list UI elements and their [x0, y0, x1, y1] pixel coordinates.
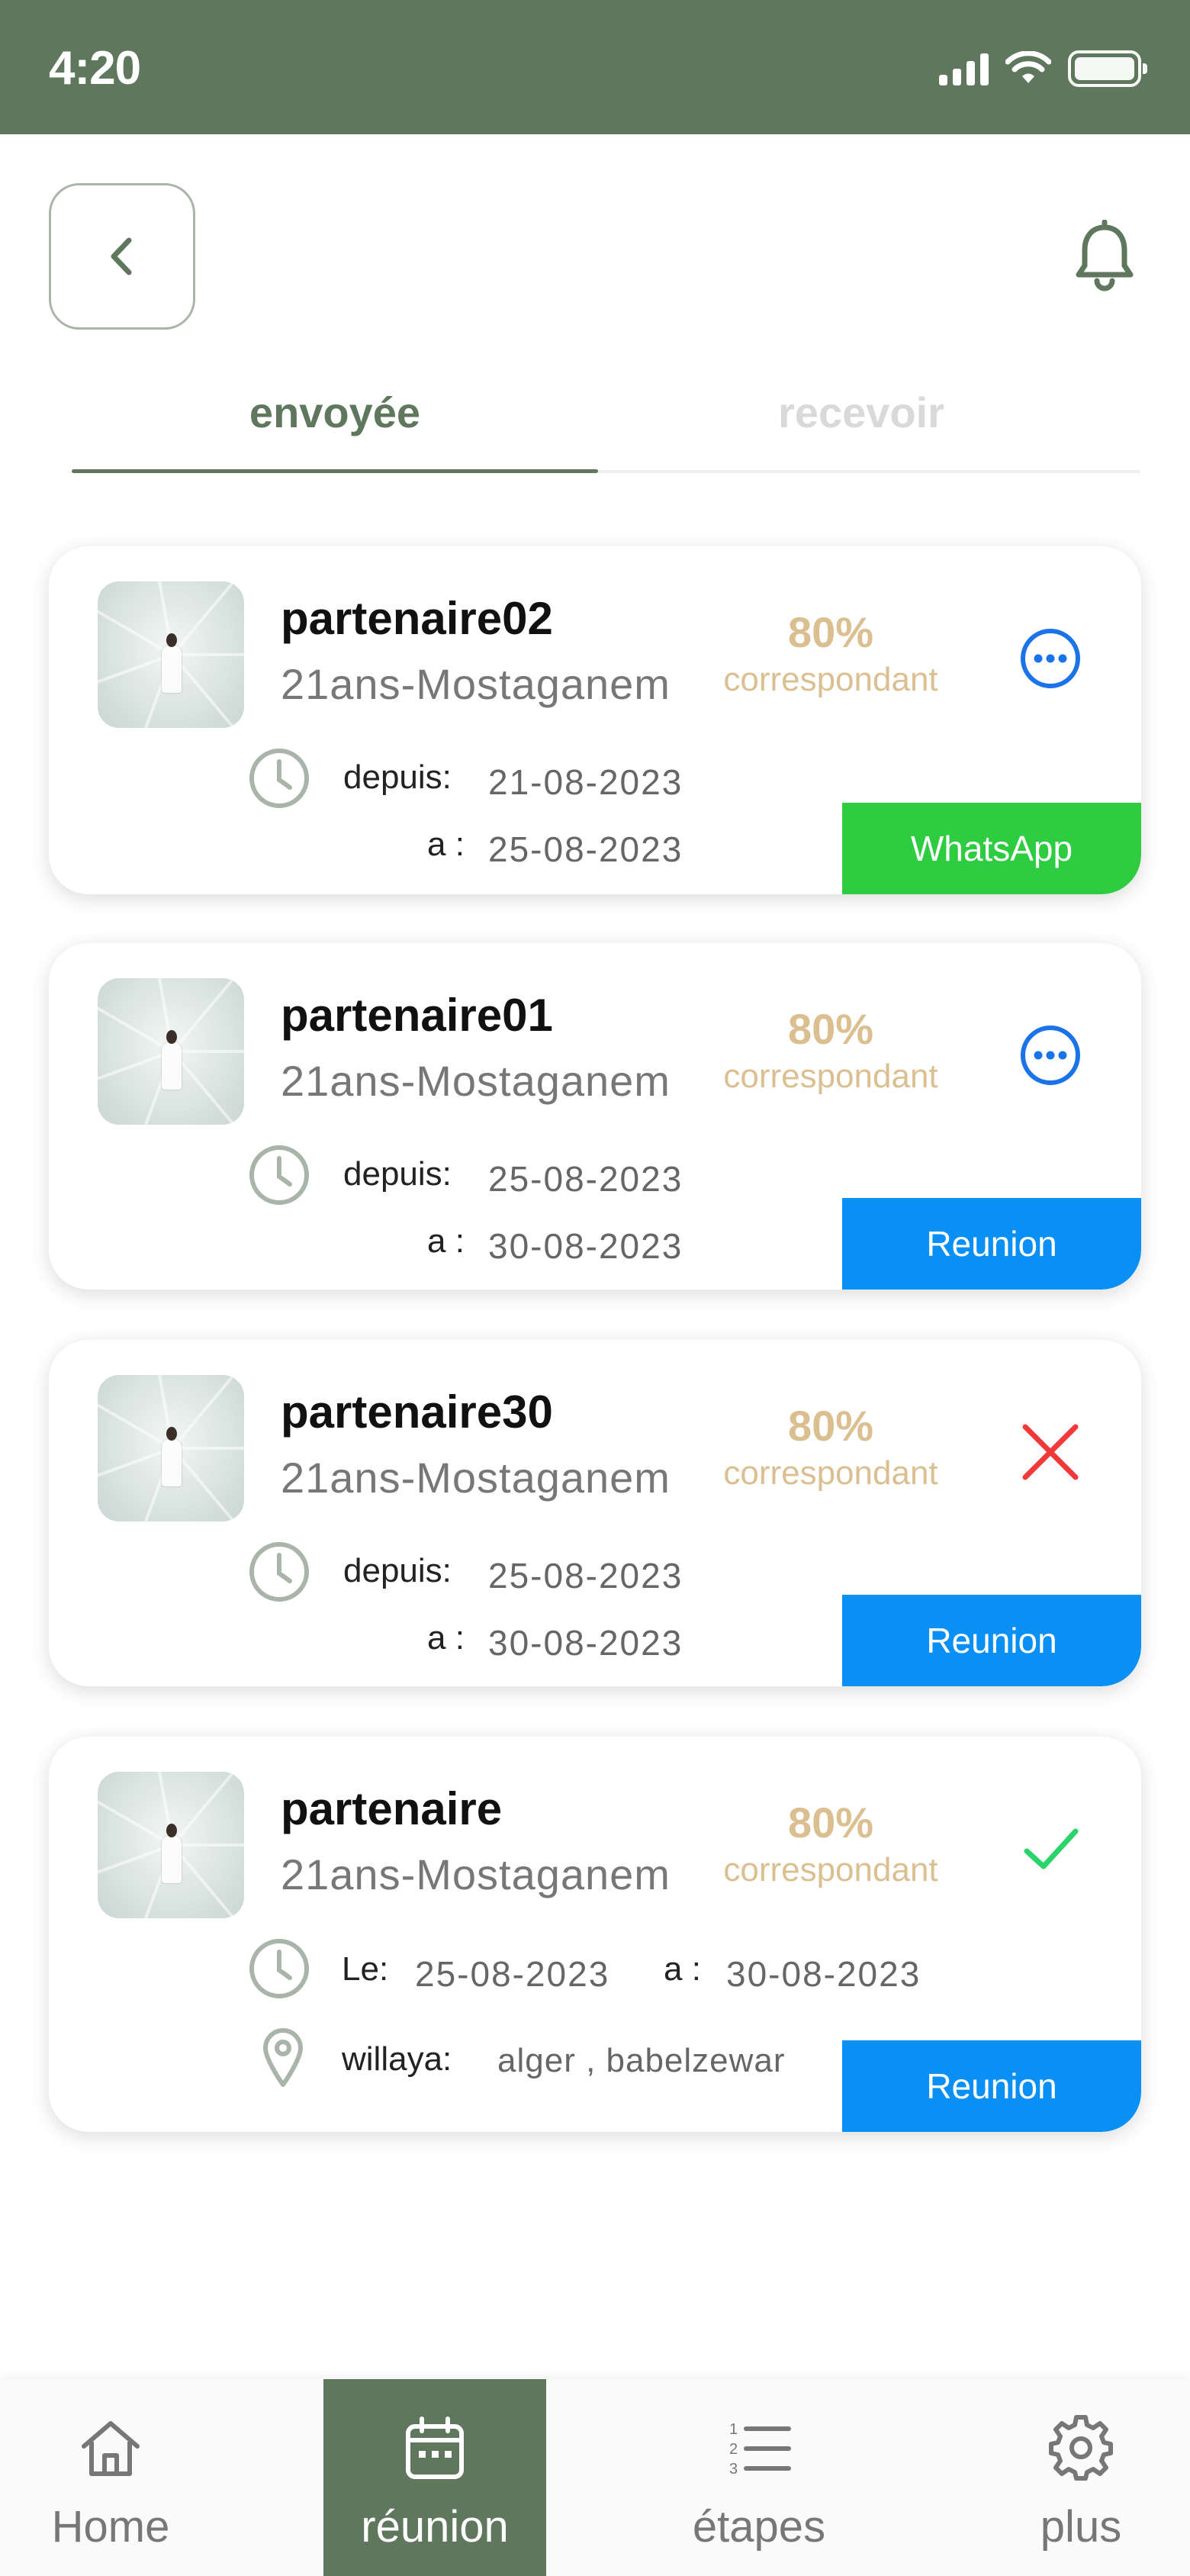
nav-etapes-label: étapes	[692, 2502, 826, 2552]
to-date: 30-08-2023	[726, 1954, 921, 1994]
location-pin-icon	[263, 2028, 303, 2087]
svg-text:1: 1	[729, 2421, 738, 2438]
reunion-button[interactable]: Reunion	[842, 1198, 1141, 1290]
wifi-icon	[1005, 51, 1051, 83]
match-label: correspondant	[723, 1851, 938, 1889]
reunion-button[interactable]: Reunion	[842, 2040, 1141, 2132]
chevron-left-icon	[111, 237, 132, 275]
date-label: Le:	[342, 1950, 389, 1988]
location-value: alger , babelzewar	[497, 2042, 786, 2079]
check-icon	[1024, 1828, 1079, 1869]
to-date: 30-08-2023	[488, 1226, 683, 1266]
nav-reunion-label: réunion	[361, 2502, 509, 2552]
request-card[interactable]: partenaire02 21ans-Mostaganem 80% corres…	[49, 546, 1141, 894]
meeting-date: 25-08-2023	[415, 1954, 610, 1994]
from-date: 25-08-2023	[488, 1556, 683, 1596]
cellular-signal-icon	[939, 52, 989, 85]
to-date: 30-08-2023	[488, 1623, 683, 1663]
gear-icon	[1049, 2415, 1113, 2481]
avatar	[98, 1375, 244, 1521]
from-label: depuis:	[343, 758, 452, 796]
clock-icon	[249, 749, 309, 808]
clock-icon	[249, 1939, 309, 1998]
status-time: 4:20	[49, 42, 141, 95]
partner-name: partenaire02	[281, 593, 553, 644]
back-button[interactable]	[49, 183, 195, 330]
avatar	[98, 581, 244, 728]
match-percent: 80%	[787, 1402, 874, 1450]
match-label: correspondant	[723, 1058, 938, 1095]
partner-age-city: 21ans-Mostaganem	[281, 1057, 671, 1105]
from-label: depuis:	[343, 1552, 452, 1589]
request-card[interactable]: partenaire 21ans-Mostaganem 80% correspo…	[49, 1737, 1141, 2132]
partner-age-city: 21ans-Mostaganem	[281, 1850, 671, 1898]
nav-reunion[interactable]: réunion	[323, 2379, 546, 2576]
status-bar: 4:20	[0, 0, 1190, 134]
partner-name: partenaire01	[281, 990, 553, 1041]
match-percent: 80%	[787, 1798, 874, 1847]
request-card[interactable]: partenaire30 21ans-Mostaganem 80% corres…	[49, 1340, 1141, 1686]
svg-text:2: 2	[729, 2441, 738, 2458]
nav-plus[interactable]: plus	[970, 2379, 1190, 2576]
partner-name: partenaire	[281, 1783, 503, 1834]
svg-text:3: 3	[729, 2461, 738, 2478]
location-label: willaya:	[342, 2040, 452, 2078]
tab-sent[interactable]: envoyée	[72, 374, 598, 473]
more-icon[interactable]	[1018, 626, 1083, 691]
nav-plus-label: plus	[1040, 2502, 1122, 2552]
whatsapp-button[interactable]: WhatsApp	[842, 803, 1141, 894]
request-tabs: envoyée recevoir	[72, 374, 1140, 473]
from-label: depuis:	[343, 1155, 452, 1193]
from-date: 25-08-2023	[488, 1159, 683, 1199]
to-label: a :	[664, 1950, 701, 1988]
to-label: a :	[427, 1619, 465, 1657]
reunion-button[interactable]: Reunion	[842, 1595, 1141, 1686]
calendar-icon	[406, 2417, 464, 2479]
home-icon	[82, 2421, 140, 2476]
to-date: 25-08-2023	[488, 829, 683, 869]
to-label: a :	[427, 1222, 465, 1260]
more-icon[interactable]	[1018, 1022, 1083, 1088]
from-date: 21-08-2023	[488, 762, 683, 802]
avatar	[98, 978, 244, 1125]
nav-home[interactable]: Home	[0, 2379, 221, 2576]
partner-age-city: 21ans-Mostaganem	[281, 1454, 671, 1502]
partner-age-city: 21ans-Mostaganem	[281, 660, 671, 708]
close-icon[interactable]	[1018, 1419, 1083, 1485]
steps-list-icon: 1 2 3	[729, 2421, 791, 2478]
avatar	[98, 1772, 244, 1918]
match-label: correspondant	[723, 1454, 938, 1492]
bottom-navigation: Home réunion 1 2 3 étapes plus	[0, 2379, 1190, 2576]
status-icons	[939, 49, 1147, 89]
tab-received[interactable]: recevoir	[598, 374, 1124, 473]
partner-name: partenaire30	[281, 1386, 553, 1438]
nav-home-label: Home	[51, 2502, 170, 2552]
battery-icon	[1068, 50, 1147, 87]
active-tab-indicator	[72, 469, 598, 473]
nav-etapes[interactable]: 1 2 3 étapes	[648, 2379, 870, 2576]
match-label: correspondant	[723, 661, 938, 698]
tab-divider	[598, 470, 1140, 473]
match-percent: 80%	[787, 608, 874, 656]
notification-bell-icon[interactable]	[1071, 220, 1138, 293]
clock-icon	[249, 1145, 309, 1205]
to-label: a :	[427, 826, 465, 863]
match-percent: 80%	[787, 1005, 874, 1053]
request-card[interactable]: partenaire01 21ans-Mostaganem 80% corres…	[49, 943, 1141, 1290]
clock-icon	[249, 1542, 309, 1602]
